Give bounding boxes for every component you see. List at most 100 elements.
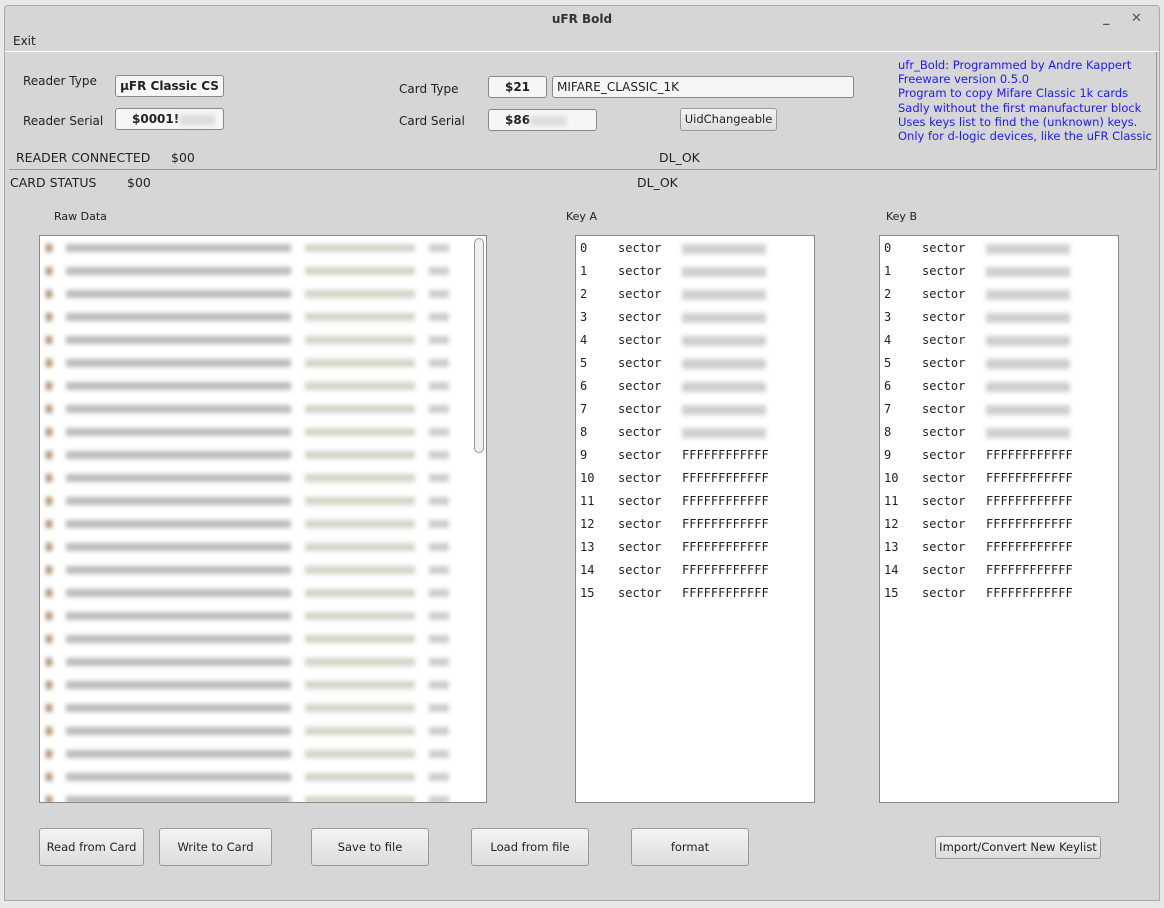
sector-row[interactable]: 15 sector FFFFFFFFFFFF xyxy=(880,582,1118,605)
sector-row[interactable]: 6 sector xyxy=(576,375,814,398)
sector-row[interactable]: 15 sector FFFFFFFFFFFF xyxy=(576,582,814,605)
sector-row[interactable]: 12 sector FFFFFFFFFFFF xyxy=(880,513,1118,536)
sector-row[interactable]: 9 sector FFFFFFFFFFFF xyxy=(576,444,814,467)
raw-data-row[interactable] xyxy=(40,489,486,512)
raw-data-row[interactable] xyxy=(40,374,486,397)
format-button[interactable]: format xyxy=(631,828,749,866)
redacted-text xyxy=(66,657,291,666)
sector-row[interactable]: 1 sector xyxy=(880,260,1118,283)
sector-row[interactable]: 11 sector FFFFFFFFFFFF xyxy=(576,490,814,513)
raw-data-row[interactable] xyxy=(40,351,486,374)
sector-number: 3 xyxy=(580,310,588,324)
redacted-text xyxy=(429,427,449,436)
raw-data-row[interactable] xyxy=(40,305,486,328)
sector-label: sector xyxy=(618,540,662,554)
raw-data-row[interactable] xyxy=(40,696,486,719)
sector-row[interactable]: 2 sector xyxy=(576,283,814,306)
sector-key xyxy=(986,359,1070,369)
sector-key: FFFFFFFFFFFF xyxy=(682,586,769,600)
sector-row[interactable]: 10 sector FFFFFFFFFFFF xyxy=(880,467,1118,490)
sector-row[interactable]: 0 sector xyxy=(576,237,814,260)
redacted-text xyxy=(305,358,415,367)
uid-changeable-button[interactable]: UidChangeable xyxy=(680,108,777,131)
save-to-file-button[interactable]: Save to file xyxy=(311,828,429,866)
key-b-list[interactable]: 0 sector 1 sector 2 sector 3 sector 4 sector 5 sect… xyxy=(879,235,1119,803)
load-from-file-button[interactable]: Load from file xyxy=(471,828,589,866)
card-serial-label: Card Serial xyxy=(399,114,465,128)
sector-row[interactable]: 4 sector xyxy=(576,329,814,352)
sector-row[interactable]: 14 sector FFFFFFFFFFFF xyxy=(880,559,1118,582)
menu-exit[interactable]: Exit xyxy=(13,34,36,48)
raw-data-row[interactable] xyxy=(40,259,486,282)
sector-row[interactable]: 1 sector xyxy=(576,260,814,283)
raw-data-scrollbar[interactable] xyxy=(474,238,484,453)
sector-row[interactable]: 3 sector xyxy=(880,306,1118,329)
raw-data-row[interactable] xyxy=(40,765,486,788)
sector-row[interactable]: 7 sector xyxy=(880,398,1118,421)
sector-row[interactable]: 14 sector FFFFFFFFFFFF xyxy=(576,559,814,582)
sector-row[interactable]: 6 sector xyxy=(880,375,1118,398)
raw-data-row[interactable] xyxy=(40,535,486,558)
sector-number: 3 xyxy=(884,310,892,324)
card-type-code: $21 xyxy=(488,76,547,98)
redacted-text xyxy=(46,726,52,735)
raw-data-row[interactable] xyxy=(40,282,486,305)
raw-data-row[interactable] xyxy=(40,466,486,489)
sector-label: sector xyxy=(618,333,662,347)
redacted-text xyxy=(66,795,291,802)
minimize-button[interactable]: _ xyxy=(1103,6,1110,32)
redacted-text xyxy=(46,404,52,413)
raw-data-row[interactable] xyxy=(40,581,486,604)
sector-row[interactable]: 9 sector FFFFFFFFFFFF xyxy=(880,444,1118,467)
sector-key: FFFFFFFFFFFF xyxy=(986,448,1073,462)
raw-data-row[interactable] xyxy=(40,558,486,581)
raw-data-row[interactable] xyxy=(40,673,486,696)
read-from-card-button[interactable]: Read from Card xyxy=(39,828,144,866)
sector-row[interactable]: 12 sector FFFFFFFFFFFF xyxy=(576,513,814,536)
sector-row[interactable]: 4 sector xyxy=(880,329,1118,352)
redacted-text xyxy=(46,243,52,252)
sector-row[interactable]: 8 sector xyxy=(880,421,1118,444)
sector-label: sector xyxy=(618,287,662,301)
sector-row[interactable]: 13 sector FFFFFFFFFFFF xyxy=(880,536,1118,559)
sector-row[interactable]: 7 sector xyxy=(576,398,814,421)
redacted-text xyxy=(46,450,52,459)
sector-row[interactable]: 13 sector FFFFFFFFFFFF xyxy=(576,536,814,559)
sector-number: 10 xyxy=(884,471,899,485)
sector-row[interactable]: 10 sector FFFFFFFFFFFF xyxy=(576,467,814,490)
sector-row[interactable]: 3 sector xyxy=(576,306,814,329)
sector-row[interactable]: 2 sector xyxy=(880,283,1118,306)
redacted-text xyxy=(66,749,291,758)
sector-number: 4 xyxy=(884,333,892,347)
raw-data-row[interactable] xyxy=(40,328,486,351)
raw-data-row[interactable] xyxy=(40,742,486,765)
redacted-text xyxy=(305,703,415,712)
sector-row[interactable]: 8 sector xyxy=(576,421,814,444)
raw-data-row[interactable] xyxy=(40,512,486,535)
raw-data-row[interactable] xyxy=(40,397,486,420)
key-a-list[interactable]: 0 sector 1 sector 2 sector 3 sector 4 sector 5 sect… xyxy=(575,235,815,803)
raw-data-row[interactable] xyxy=(40,627,486,650)
raw-data-row[interactable] xyxy=(40,236,486,259)
write-to-card-button[interactable]: Write to Card xyxy=(159,828,272,866)
sector-row[interactable]: 5 sector xyxy=(576,352,814,375)
import-keylist-button[interactable]: Import/Convert New Keylist xyxy=(935,836,1101,859)
raw-data-row[interactable] xyxy=(40,650,486,673)
sector-row[interactable]: 0 sector xyxy=(880,237,1118,260)
sector-row[interactable]: 11 sector FFFFFFFFFFFF xyxy=(880,490,1118,513)
redacted-text xyxy=(66,312,291,321)
sector-label: sector xyxy=(618,264,662,278)
sector-row[interactable]: 5 sector xyxy=(880,352,1118,375)
raw-data-row[interactable] xyxy=(40,443,486,466)
redacted-text xyxy=(66,542,291,551)
raw-data-row[interactable] xyxy=(40,788,486,802)
raw-data-row[interactable] xyxy=(40,719,486,742)
raw-data-row[interactable] xyxy=(40,604,486,627)
sector-number: 8 xyxy=(580,425,588,439)
raw-data-row[interactable] xyxy=(40,420,486,443)
redacted-text xyxy=(46,289,52,298)
redacted-text xyxy=(66,565,291,574)
close-button[interactable]: ✕ xyxy=(1131,6,1142,32)
raw-data-list[interactable] xyxy=(39,235,487,803)
redacted-text xyxy=(66,496,291,505)
